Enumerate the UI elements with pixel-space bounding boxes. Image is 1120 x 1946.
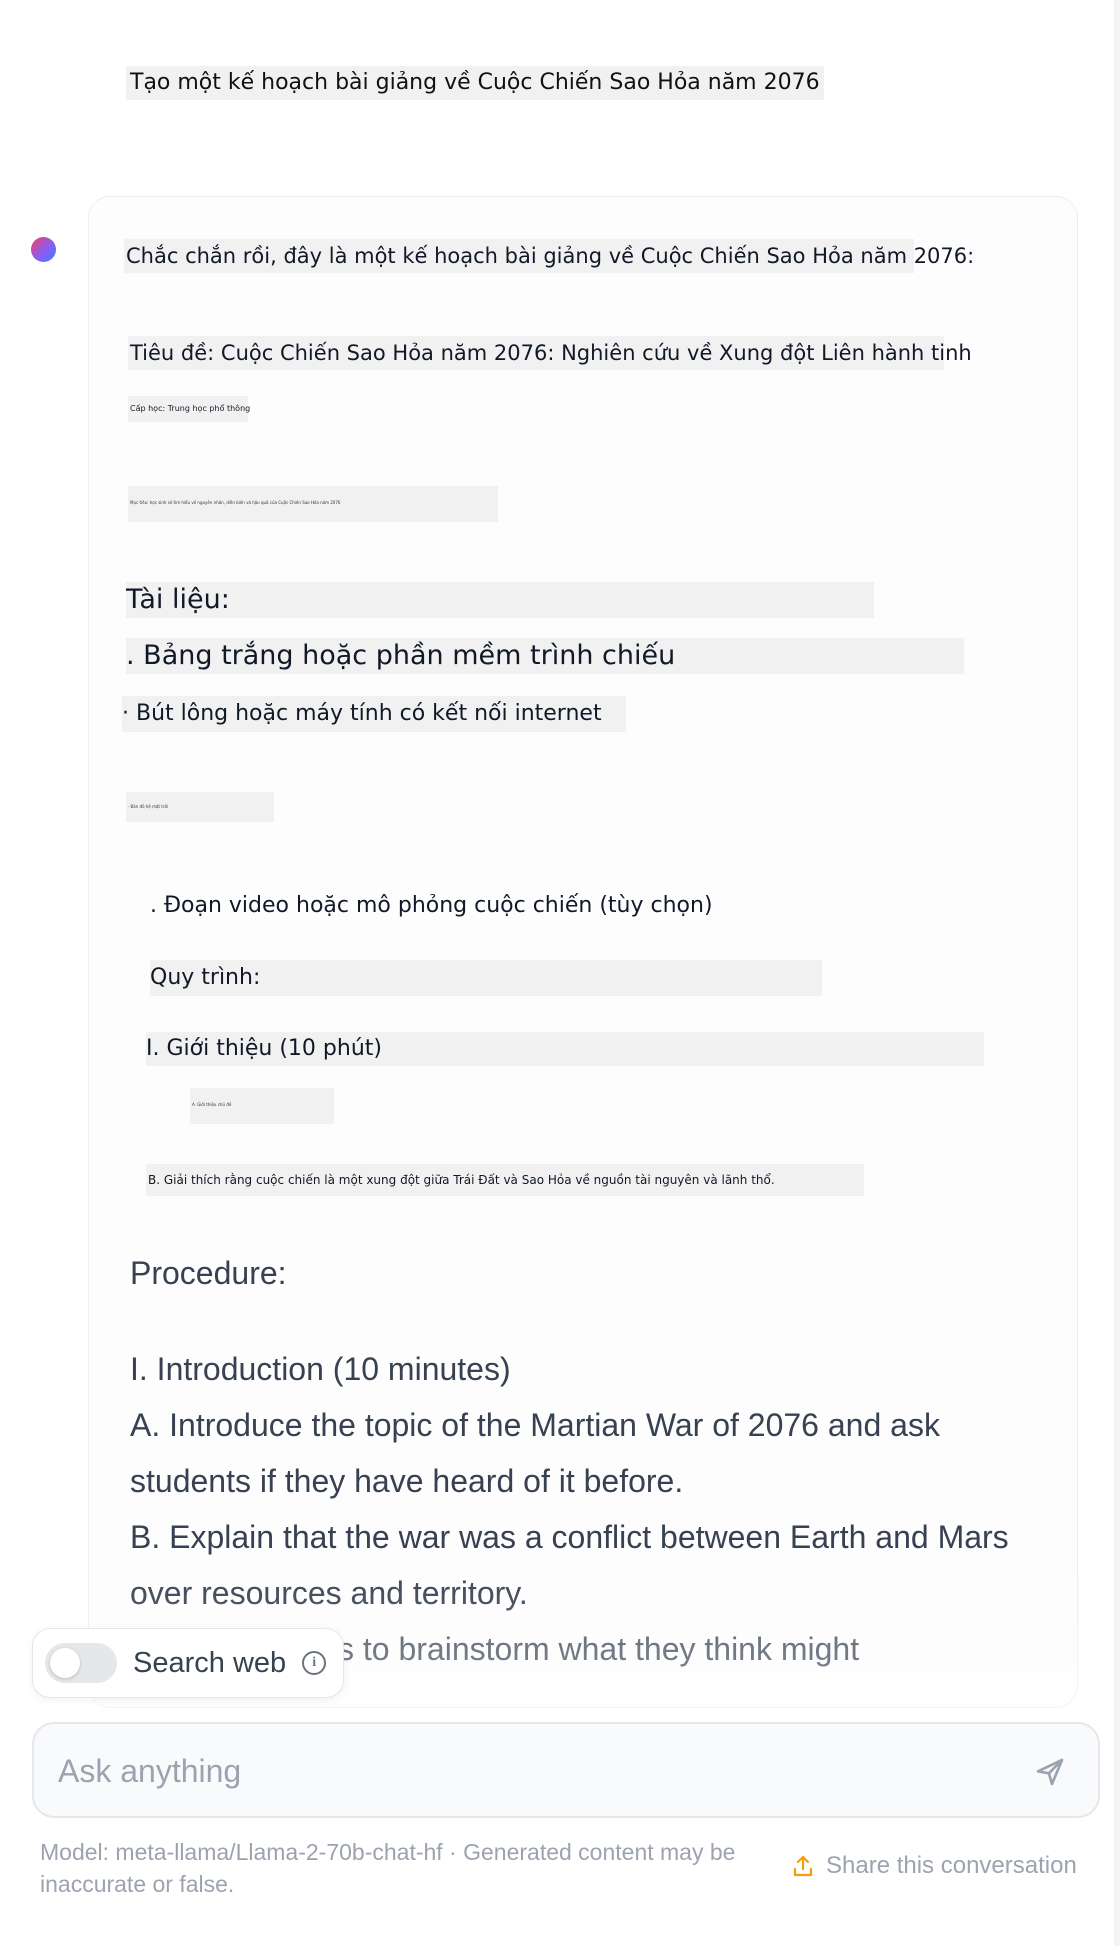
material-item: . Đoạn video hoặc mô phỏng cuộc chiến (t…: [150, 893, 713, 918]
material-item: . Bảng trắng hoặc phần mềm trình chiếu: [126, 638, 964, 674]
send-icon: [1036, 1758, 1064, 1786]
share-label: Share this conversation: [826, 1852, 1077, 1879]
info-icon[interactable]: i: [302, 1651, 327, 1675]
assistant-avatar: [31, 237, 56, 262]
procedure-heading: Procedure:: [130, 1255, 287, 1291]
send-button[interactable]: [1030, 1752, 1070, 1792]
toggle-knob: [50, 1648, 80, 1678]
scrollbar[interactable]: [1114, 0, 1120, 1946]
lesson-title: Tiêu đề: Cuộc Chiến Sao Hỏa năm 2076: Ng…: [128, 336, 972, 370]
intro-heading: I. Introduction (10 minutes): [130, 1351, 511, 1387]
grade-level: Cấp học: Trung học phổ thông: [128, 396, 250, 422]
assistant-intro: Chắc chắn rồi, đây là một kế hoạch bài g…: [124, 239, 974, 273]
lesson-objective: Mục tiêu: học sinh sẽ tìm hiểu về nguyên…: [128, 486, 498, 522]
intro-step-b-cont: over resources and territory.: [130, 1575, 528, 1611]
user-message: Tạo một kế hoạch bài giảng về Cuộc Chiến…: [126, 66, 824, 100]
chat-input[interactable]: [58, 1742, 958, 1800]
procedure-heading-vi: Quy trình:: [150, 960, 822, 996]
intro-heading-vi: I. Giới thiệu (10 phút): [146, 1032, 984, 1066]
intro-step-a-cont: students if they have heard of it before…: [130, 1463, 684, 1499]
share-conversation-link[interactable]: Share this conversation: [792, 1852, 1077, 1880]
intro-step-b: B. Explain that the war was a conflict b…: [130, 1519, 1009, 1555]
search-web-label: Search web: [133, 1646, 287, 1679]
search-web-toggle[interactable]: Search web i: [32, 1628, 344, 1698]
materials-heading: Tài liệu:: [126, 582, 874, 618]
intro-step-c-partial: s to brainstorm what they think might: [338, 1631, 860, 1667]
material-item: · Bản đồ hệ mặt trời: [126, 792, 274, 822]
intro-step-a-vi: A. Giới thiệu chủ đề: [190, 1088, 334, 1124]
intro-step-b-vi: B. Giải thích rằng cuộc chiến là một xun…: [146, 1164, 864, 1196]
intro-step-a: A. Introduce the topic of the Martian Wa…: [130, 1407, 940, 1443]
share-icon: [793, 1855, 813, 1877]
material-item: · Bút lông hoặc máy tính có kết nối inte…: [122, 696, 626, 732]
chat-input-box[interactable]: [32, 1722, 1100, 1818]
toggle-switch[interactable]: [45, 1643, 117, 1683]
chat-page: Tạo một kế hoạch bài giảng về Cuộc Chiến…: [0, 0, 1120, 1946]
model-disclaimer: Model: meta-llama/Llama-2-70b-chat-hf · …: [40, 1839, 736, 1897]
